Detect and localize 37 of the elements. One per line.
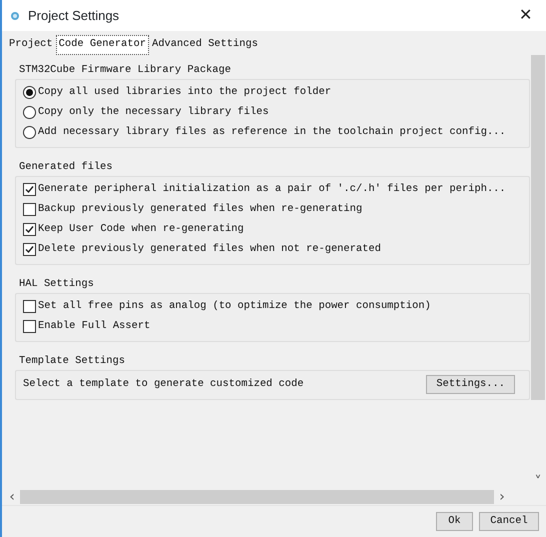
tab[interactable]: Advanced Settings: [148, 35, 261, 55]
group-title: Template Settings: [18, 354, 126, 369]
scrollbar-thumb[interactable]: [20, 490, 494, 504]
cancel-button[interactable]: Cancel: [479, 512, 539, 532]
scroll-right-arrow[interactable]: ›: [494, 490, 510, 504]
ok-button[interactable]: Ok: [436, 512, 473, 532]
option-label: Backup previously generated files when re-generating: [38, 202, 362, 217]
group-title: HAL Settings: [18, 276, 95, 292]
option-label: Keep User Code when re-generating: [38, 222, 244, 237]
option-label: Delete previously generated files when not re-generated: [38, 242, 381, 257]
checkbox[interactable]: [23, 223, 36, 236]
group-title: Generated files: [18, 160, 114, 175]
app-icon: [10, 10, 20, 20]
option-label: Enable Full Assert: [38, 318, 150, 334]
option-label: Copy all used libraries into the project folder: [38, 84, 332, 100]
template-description: Select a template to generate customized code: [23, 376, 304, 392]
radio-button[interactable]: [23, 126, 36, 140]
option-label: Copy only the necessary library files: [38, 104, 269, 120]
tab[interactable]: Code Generator: [56, 35, 149, 55]
settings-button[interactable]: Settings...: [426, 374, 515, 394]
scrollbar-thumb[interactable]: [531, 54, 545, 400]
scroll-left-arrow[interactable]: ‹: [4, 490, 20, 504]
option-label: Add necessary library files as reference in the toolchain project config...: [38, 124, 506, 140]
radio-button[interactable]: [23, 86, 36, 100]
option-label: Set all free pins as analog (to optimize the power consumption): [38, 298, 431, 314]
option-label: Generate peripheral initialization as a pair of '.c/.h' files per periph...: [38, 182, 506, 197]
close-button[interactable]: ✕: [513, 4, 538, 28]
checkbox[interactable]: [23, 243, 36, 256]
tab[interactable]: Project: [6, 35, 56, 55]
radio-button[interactable]: [23, 106, 36, 120]
checkbox[interactable]: [23, 300, 36, 314]
window-title: Project Settings: [28, 6, 120, 25]
checkbox[interactable]: [23, 203, 36, 216]
group-title: STM32Cube Firmware Library Package: [18, 62, 232, 78]
checkbox[interactable]: [23, 183, 36, 196]
checkbox[interactable]: [23, 320, 36, 334]
scroll-down-arrow[interactable]: ˅: [530, 475, 546, 489]
